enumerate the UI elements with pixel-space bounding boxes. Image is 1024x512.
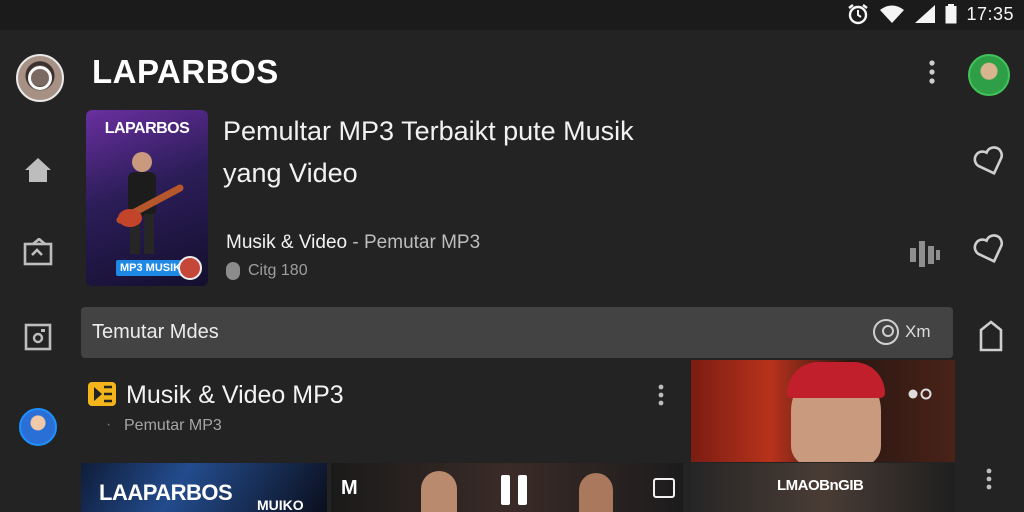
- status-bar: 17:35: [0, 0, 1024, 30]
- more-vert-icon: [920, 58, 944, 88]
- player-label: M: [341, 477, 358, 499]
- list-item-subtitle: Pemutar MP3: [106, 416, 222, 435]
- featured-subtitle-sep: -: [347, 232, 364, 253]
- list-item-title: Musik & Video MP3: [126, 381, 344, 409]
- user-avatar[interactable]: [968, 54, 1010, 96]
- featured-meta-text: Citg 180: [248, 262, 308, 279]
- library-icon: [23, 238, 53, 266]
- featured-thumbnail[interactable]: LAPARBOS MP3 MUSIK: [86, 110, 208, 286]
- audio-button[interactable]: [908, 238, 942, 268]
- list-item[interactable]: Musik & Video MP3 Pemutar MP3: [86, 376, 676, 440]
- bookmark-icon: [978, 320, 1004, 352]
- thumbnail-title: LAAPARBOS: [99, 480, 233, 505]
- featured-subtitle-dim: Pemutar MP3: [364, 232, 481, 253]
- featured-subtitle-main: Musik & Video: [226, 232, 348, 253]
- search-input[interactable]: Temutar Mdes: [92, 321, 219, 344]
- guitarist-figure: [116, 150, 184, 258]
- player-thumbnail[interactable]: M: [331, 463, 683, 512]
- heart-outline-icon: [972, 232, 1008, 268]
- status-icons: 17:35: [846, 3, 1014, 25]
- fullscreen-icon[interactable]: [653, 478, 675, 498]
- home-button[interactable]: [20, 152, 56, 188]
- bottom-more-button[interactable]: [978, 466, 1000, 494]
- more-vert-icon: [650, 382, 672, 410]
- location-icon: [226, 262, 240, 280]
- thumbnail-badge-icon: [907, 388, 933, 400]
- thumbnail-subtitle: MUIKO: [257, 497, 304, 512]
- search-bar[interactable]: Temutar Mdes Xm: [81, 307, 953, 358]
- account-circle-icon: [873, 319, 899, 345]
- list-item-more-button[interactable]: [650, 382, 672, 410]
- featured-subtitle: Musik & Video - Pemutar MP3: [226, 232, 480, 254]
- profile-avatar[interactable]: [19, 408, 57, 446]
- home-icon: [24, 157, 52, 183]
- library-button[interactable]: [20, 234, 56, 270]
- featured-title-line2: yang Video: [223, 158, 358, 188]
- pause-icon[interactable]: [499, 473, 529, 507]
- app-title: LAPARBOS: [92, 53, 279, 90]
- alarm-icon: [846, 3, 870, 25]
- more-vert-icon: [978, 466, 1000, 494]
- equalizer-icon: [908, 238, 942, 268]
- like-button[interactable]: [972, 232, 1008, 268]
- thumbnail-person: [579, 473, 613, 512]
- video-thumbnail[interactable]: LMAOBnGIB: [691, 463, 955, 512]
- search-account-label: Xm: [905, 322, 931, 341]
- thumbnail-cap: [787, 362, 885, 398]
- search-account[interactable]: Xm: [873, 319, 931, 345]
- app-window: 17:35 LAPARBOS LAPARBOS MP3 MUSIK Pemult…: [0, 0, 1024, 512]
- thumbnail-tag: MP3 MUSIK: [116, 260, 186, 276]
- more-options-button[interactable]: [920, 58, 944, 88]
- featured-meta: Citg 180: [226, 262, 308, 280]
- navigation-rail: [0, 30, 76, 512]
- wifi-icon: [879, 4, 905, 24]
- featured-title-line1: Pemultar MP3 Terbaikt pute Musik: [223, 116, 634, 146]
- thumbnail-brand: LAPARBOS: [104, 120, 190, 137]
- camera-button[interactable]: [20, 319, 56, 355]
- featured-title[interactable]: Pemultar MP3 Terbaikt pute Musik yang Vi…: [223, 110, 743, 194]
- thumbnail-person: [421, 471, 457, 512]
- battery-icon: [945, 4, 957, 24]
- camera-icon: [24, 323, 52, 351]
- heart-outline-icon: [972, 144, 1008, 180]
- record-icon: [178, 256, 202, 280]
- music-play-icon: [88, 382, 116, 406]
- video-thumbnail[interactable]: [691, 360, 955, 462]
- favorite-button[interactable]: [972, 144, 1008, 180]
- account-avatar[interactable]: [16, 54, 64, 102]
- save-button[interactable]: [978, 320, 1004, 352]
- thumbnail-title: LMAOBnGIB: [777, 477, 864, 494]
- signal-icon: [914, 4, 936, 24]
- status-time: 17:35: [966, 3, 1014, 24]
- video-thumbnail[interactable]: LAAPARBOS MUIKO: [81, 463, 327, 512]
